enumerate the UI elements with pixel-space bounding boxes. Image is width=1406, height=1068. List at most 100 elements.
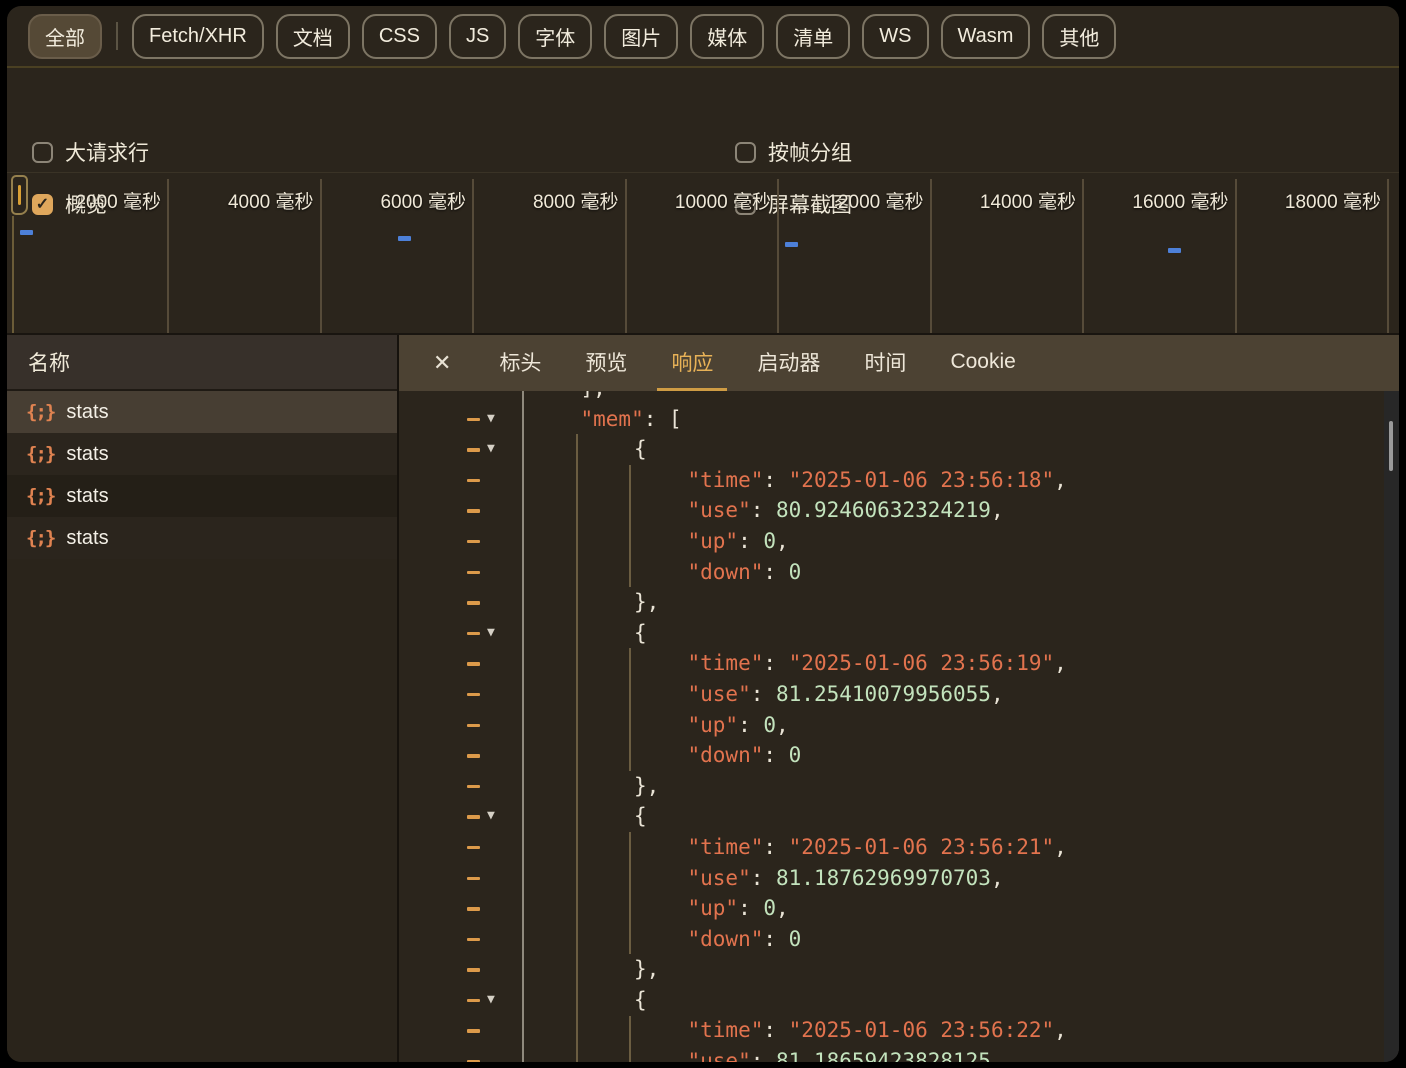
code-text: { [634,985,647,1016]
filter-button-8[interactable]: 清单 [776,13,851,59]
indent-guide [575,434,578,1062]
filter-button-7[interactable]: 媒体 [690,13,765,59]
code-text: "up": 0, [688,710,789,741]
code-text: ], [581,391,606,404]
token-p: : [738,528,764,553]
token-n: 81.18762969970703 [776,865,991,890]
token-k: "use" [687,498,751,523]
indent-guide [629,648,631,771]
fold-dash-icon [467,539,480,544]
code-line: ], [399,391,1383,404]
tab-5[interactable]: Cookie [936,335,1029,391]
code-line: ▼{ [399,985,1383,1016]
timeline-tick-label: 12000 毫秒 [827,192,924,213]
fold-dash-icon [467,845,480,850]
checkbox-unchecked[interactable] [735,141,756,163]
token-n: 80.92460632324219 [776,498,991,523]
tab-1[interactable]: 预览 [571,335,641,391]
filter-button-1[interactable]: Fetch/XHR [132,13,264,59]
code-text: "up": 0, [688,526,789,557]
token-p: : [763,926,789,951]
token-k: "use" [687,681,751,706]
tab-0[interactable]: 标头 [485,335,555,391]
timeline-request-marker[interactable] [398,236,411,241]
filter-button-5[interactable]: 字体 [518,13,593,59]
token-p: , [990,865,1004,890]
token-n: 0 [788,743,802,768]
timeline-tick-label: 4000 毫秒 [227,192,314,213]
code-line: "use": 81.25410079956055, [399,679,1383,710]
token-p: , [1054,1018,1067,1043]
request-name: stats [66,526,109,549]
code-text: "use": 81.25410079956055, [688,679,1004,710]
request-row[interactable]: {;} stats [7,475,397,517]
json-icon: {;} [26,485,56,507]
filter-button-3[interactable]: CSS [361,13,437,59]
code-text: "up": 0, [688,893,789,924]
expand-arrow-icon[interactable]: ▼ [487,801,507,832]
token-p: { [634,620,647,645]
token-p: }, [634,957,660,982]
token-p: : [750,865,777,890]
request-row[interactable]: {;} stats [7,517,397,559]
request-name: stats [66,484,109,507]
code-line: ▼ "mem": [ [399,404,1383,435]
token-p: , [990,1049,1004,1062]
checkbox-unchecked[interactable] [32,141,53,163]
request-row[interactable]: {;} stats [7,391,397,433]
json-icon: {;} [26,401,56,423]
timeline-request-marker[interactable] [785,242,798,247]
network-overview-timeline[interactable]: 2000 毫秒 4000 毫秒 6000 毫秒 8000 毫秒 10000 毫秒 1200… [7,172,1399,334]
expand-arrow-icon[interactable]: ▼ [487,618,507,649]
token-p: , [1054,834,1067,859]
token-p: , [1054,467,1067,492]
code-text: "time": "2025-01-06 23:56:22", [688,1015,1067,1046]
requests-panel: 名称 {;} stats {;} stats {;} stats {;} stats [7,335,399,1062]
tab-4[interactable]: 时间 [850,335,920,391]
request-row[interactable]: {;} stats [7,433,397,475]
filter-button-6[interactable]: 图片 [604,13,679,59]
expand-arrow-icon[interactable]: ▼ [487,434,507,465]
scrollbar-thumb[interactable] [1389,421,1393,471]
timeline-request-marker[interactable] [20,230,33,235]
close-icon[interactable]: ✕ [421,335,463,391]
token-p: : [763,1018,789,1043]
timeline-gridline [1387,179,1389,334]
code-text: "time": "2025-01-06 23:56:21", [688,832,1067,863]
token-p: : [763,834,789,859]
token-k: "up" [687,712,739,737]
token-k: "time" [687,1018,764,1043]
fold-dash-icon [467,448,480,452]
tab-2[interactable]: 响应 [657,335,728,391]
filter-button-11[interactable]: 其他 [1042,13,1117,59]
token-n: 0 [763,712,777,737]
option-0[interactable]: 大请求行 [32,137,149,167]
filter-button-10[interactable]: Wasm [940,13,1031,59]
token-p: ], [581,391,606,400]
expand-arrow-icon[interactable]: ▼ [487,404,507,435]
token-p: : [763,467,789,492]
detail-tabs: 标头 预览 响应 启动器 时间 Cookie [477,335,1037,391]
code-line: "down": 0 [399,740,1383,771]
code-text: "down": 0 [688,924,802,955]
network-options-bar: 大请求行 按帧分组 ✓ 概览 屏幕截图 [7,70,1399,217]
option-1[interactable]: 按帧分组 [735,137,852,167]
response-json-viewer[interactable]: ],▼"mem": [▼{"time": "2025-01-06 23:56:1… [399,391,1399,1062]
token-s: "2025-01-06 23:56:19" [788,651,1055,676]
code-line: "up": 0, [399,526,1383,557]
indent-guide [629,832,631,955]
filter-button-0[interactable]: 全部 [28,13,102,59]
tab-3[interactable]: 启动器 [743,335,834,391]
name-column-header[interactable]: 名称 [7,335,397,391]
expand-arrow-icon[interactable]: ▼ [487,985,507,1016]
code-text: }, [634,587,659,618]
timeline-request-marker[interactable] [1168,248,1181,253]
fold-dash-icon [467,876,480,880]
filter-button-9[interactable]: WS [862,13,929,59]
token-p: : [763,559,789,584]
response-code: ],▼"mem": [▼{"time": "2025-01-06 23:56:1… [399,391,1383,1062]
token-k: "up" [687,896,739,921]
filter-button-4[interactable]: JS [448,13,507,59]
filter-button-2[interactable]: 文档 [275,13,350,59]
vertical-scrollbar[interactable] [1384,391,1399,1062]
